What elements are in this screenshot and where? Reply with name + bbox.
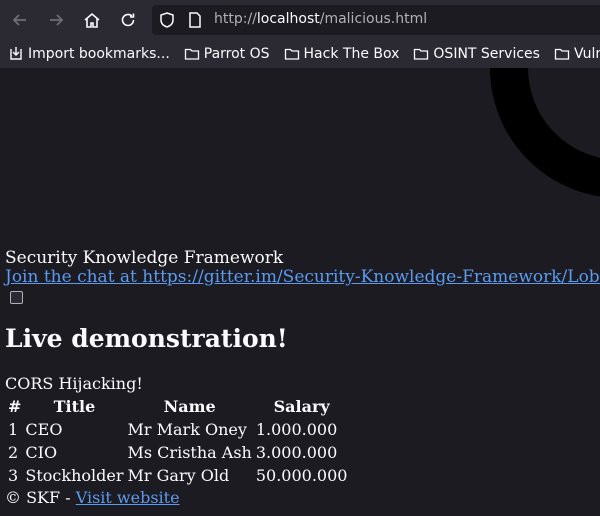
column-header: Salary [273,397,330,416]
table-cell: 3 [8,466,19,485]
table-cell: 1 [8,420,19,439]
bookmarks-bar: Import bookmarks... Parrot OS Hack The B… [0,40,600,68]
checkbox[interactable] [10,291,23,304]
bookmark-label: Hack The Box [303,46,400,62]
table-cell: Ms Cristha Ash [127,443,252,462]
table-cell: Mr Mark Oney [127,420,247,439]
table-cell: 50.000.000 [255,466,348,485]
decorative-arc [490,68,600,198]
folder-icon [284,48,299,60]
footer: © SKF - Visit website [5,488,180,507]
shield-icon[interactable] [158,11,176,29]
bookmark-label: Vuln DB [573,46,600,62]
table-cell: CEO [25,420,63,439]
table-row: 3 Stockholder Mr Gary Old 50.000.000 [7,465,348,486]
bookmark-vuln-db[interactable]: Vuln DB [554,42,600,66]
import-icon [10,47,22,60]
url-prefix: http:// [214,11,257,27]
url-bar[interactable]: http://localhost/malicious.html [152,5,600,35]
table-cell: CIO [25,443,58,462]
table-cell: 1.000.000 [255,420,338,439]
folder-icon [414,48,429,60]
browser-toolbar: http://localhost/malicious.html [0,0,600,40]
url-host: localhost [256,11,320,27]
table-row: 1 CEO Mr Mark Oney 1.000.000 [7,419,348,440]
table-header-row: # Title Name Salary [7,396,348,417]
footer-text: © SKF - [5,488,76,507]
reload-icon [121,13,135,27]
table-row: 2 CIO Ms Cristha Ash 3.000.000 [7,442,348,463]
bookmark-osint-services[interactable]: OSINT Services [413,42,540,66]
employee-table: # Title Name Salary 1 CEO Mr Mark Oney 1… [5,394,350,488]
subtitle: CORS Hijacking! [5,374,143,393]
bookmark-parrot-os[interactable]: Parrot OS [184,42,270,66]
folder-icon [554,48,570,60]
bookmark-label: OSINT Services [433,46,540,62]
url-path: /malicious.html [319,11,428,27]
column-header: Title [53,397,96,416]
home-icon [84,12,100,28]
gitter-chat-link[interactable]: Join the chat at https://gitter.im/Secur… [5,267,600,287]
table-cell: 3.000.000 [255,443,338,462]
column-header: # [8,397,22,416]
table-cell: 2 [8,443,19,462]
url-text[interactable]: http://localhost/malicious.html [214,11,427,27]
bookmark-hack-the-box[interactable]: Hack The Box [284,42,400,66]
column-header: Name [163,397,216,416]
site-title: Security Knowledge Framework [5,248,284,268]
reload-button[interactable] [114,6,142,34]
page-content: Security Knowledge Framework Join the ch… [0,68,600,516]
bookmark-label: Import bookmarks... [28,46,170,62]
table-cell: Mr Gary Old [127,466,230,485]
visit-website-link[interactable]: Visit website [76,488,180,507]
back-arrow-icon [12,14,26,26]
forward-arrow-icon [50,14,64,26]
forward-button[interactable] [42,6,70,34]
page-heading: Live demonstration! [5,324,288,353]
folder-icon [184,48,199,60]
table-cell: Stockholder [25,466,124,485]
back-button[interactable] [6,6,34,34]
bookmark-import[interactable]: Import bookmarks... [8,42,170,66]
bookmark-label: Parrot OS [203,46,270,62]
home-button[interactable] [78,6,106,34]
page-icon[interactable] [186,11,204,29]
